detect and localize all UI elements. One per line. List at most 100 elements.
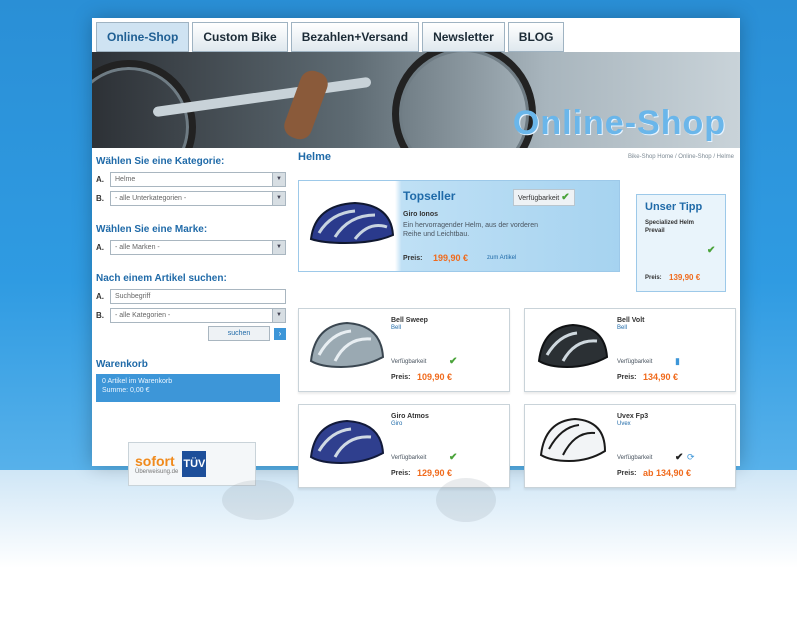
product-price: 134,90 € (643, 372, 679, 382)
search-button[interactable]: suchen (208, 326, 270, 341)
product-card[interactable]: Bell Sweep Bell Verfügbarkeit ✔ Preis: 1… (298, 308, 510, 392)
screenshot-stage: Online-Shop Custom Bike Bezahlen+Versand… (0, 0, 797, 634)
product-price: 109,90 € (417, 372, 453, 382)
check-icon: ✔ (449, 356, 458, 367)
helmet-image (309, 321, 385, 369)
price-label: Preis: (403, 255, 423, 262)
product-brand: Uvex (617, 421, 631, 427)
availability-text: Verfügbarkeit (391, 455, 427, 461)
tab-bezahlen-versand[interactable]: Bezahlen+Versand (290, 22, 420, 52)
check-icon: ✔ (449, 452, 458, 463)
topseller-label: Topseller (403, 189, 456, 203)
page-title: Helme (298, 151, 332, 163)
brand-select[interactable]: - alle Marken - ▼ (110, 239, 286, 255)
helmet-image (537, 323, 609, 369)
search-category-value: - alle Kategorien - (115, 311, 171, 319)
subcategory-select-value: - alle Unterkategorien - (115, 194, 187, 202)
helmet-image (539, 417, 607, 463)
sidebar: Wählen Sie eine Kategorie: A. Helme ▼ B.… (96, 156, 286, 486)
check-icon: ✔ (561, 192, 570, 203)
chevron-down-icon: ▼ (272, 172, 285, 186)
product-brand: Giro (391, 421, 403, 427)
availability-text: Verfügbarkeit (617, 455, 653, 461)
search-row: A. Suchbegriff (96, 288, 286, 304)
row-label: A. (96, 174, 104, 184)
row-label: A. (96, 291, 104, 301)
price-label: Preis: (391, 374, 411, 381)
breadcrumb[interactable]: Bike-Shop Home / Online-Shop / Helme (628, 154, 734, 160)
check-icon: ✔ (707, 245, 716, 256)
product-name: Uvex Fp3 (617, 413, 649, 420)
check-icon: ✔ (675, 452, 684, 463)
product-name: Bell Sweep (391, 317, 428, 324)
brand-row: A. - alle Marken - ▼ (96, 239, 286, 255)
website-panel: Online-Shop Custom Bike Bezahlen+Versand… (92, 18, 740, 488)
helmet-image (309, 419, 385, 465)
cart-item-count: 0 Artikel im Warenkorb (102, 378, 173, 385)
search-category-select[interactable]: - alle Kategorien - ▼ (110, 307, 286, 323)
row-label: B. (96, 310, 104, 320)
tab-online-shop[interactable]: Online-Shop (96, 22, 190, 52)
sofort-logo: sofort Überweisung.de (135, 453, 178, 475)
chevron-down-icon: ▼ (272, 240, 285, 254)
chevron-down-icon: ▼ (272, 308, 285, 322)
search-actions: suchen › (96, 326, 286, 341)
reflection (206, 470, 642, 560)
sofort-sub-label: Überweisung.de (135, 469, 179, 475)
category-select[interactable]: Helme ▼ (110, 171, 286, 187)
product-brand: Bell (617, 325, 628, 331)
main-content: Helme Bike-Shop Home / Online-Shop / Hel… (298, 150, 736, 488)
search-category-row: B. - alle Kategorien - ▼ (96, 307, 286, 323)
tip-product-name: Specialized Helm Prevail (645, 220, 695, 234)
tip-price: 139,90 € (669, 273, 701, 282)
brand-select-value: - alle Marken - (115, 243, 160, 251)
brand-filter: Wählen Sie eine Marke: A. - alle Marken … (96, 224, 286, 255)
category-heading: Wählen Sie eine Kategorie: (96, 156, 225, 167)
search-input-value: Suchbegriff (115, 292, 151, 300)
rider-leg-image (280, 67, 332, 143)
product-name: Giro Ionos (403, 211, 438, 218)
category-row: A. Helme ▼ (96, 171, 286, 187)
category-select-value: Helme (115, 175, 136, 183)
subcategory-row: B. - alle Unterkategorien - ▼ (96, 190, 286, 206)
topseller-box[interactable]: Topseller Verfügbarkeit ✔ Giro Ionos Ein… (298, 180, 620, 272)
tab-newsletter[interactable]: Newsletter (422, 22, 505, 52)
product-card[interactable]: Bell Volt Bell Verfügbarkeit ▮ Preis: 13… (524, 308, 736, 392)
reflection-shapes (222, 478, 496, 522)
tab-blog[interactable]: BLOG (507, 22, 565, 52)
product-price: ab 134,90 € (643, 468, 692, 478)
tip-label: Unser Tipp (645, 201, 703, 213)
refresh-icon: ⟳ (687, 452, 695, 462)
price-label: Preis: (645, 275, 662, 281)
cart-heading: Warenkorb (96, 359, 148, 370)
product-name: Bell Volt (617, 317, 645, 324)
details-link[interactable]: zum Artikel (487, 255, 516, 261)
availability-text: Verfügbarkeit (518, 195, 560, 202)
info-icon: ▮ (675, 356, 680, 366)
shop-title: Online-Shop (512, 104, 726, 142)
main-navigation: Online-Shop Custom Bike Bezahlen+Versand… (96, 22, 565, 52)
search-input[interactable]: Suchbegriff (110, 288, 286, 304)
product-brand: Bell (391, 325, 402, 331)
sofort-label: sofort (135, 453, 175, 469)
cart-summary[interactable]: 0 Artikel im Warenkorb Summe: 0,00 € (96, 374, 280, 402)
price-label: Preis: (617, 374, 637, 381)
row-label: A. (96, 242, 104, 252)
brand-heading: Wählen Sie eine Marke: (96, 224, 208, 235)
article-search: Nach einem Artikel suchen: A. Suchbegrif… (96, 273, 286, 341)
tuv-logo: TÜV (182, 451, 207, 477)
availability-text: Verfügbarkeit (617, 359, 653, 365)
subcategory-select[interactable]: - alle Unterkategorien - ▼ (110, 190, 286, 206)
tab-custom-bike[interactable]: Custom Bike (192, 22, 288, 52)
chevron-down-icon: ▼ (272, 191, 285, 205)
header-banner: Online-Shop (92, 52, 740, 148)
tip-box[interactable]: Unser Tipp Specialized Helm Prevail ✔ Pr… (636, 194, 726, 292)
cart-total: Summe: 0,00 € (102, 387, 150, 394)
category-filter: Wählen Sie eine Kategorie: A. Helme ▼ B.… (96, 156, 286, 206)
search-heading: Nach einem Artikel suchen: (96, 273, 227, 284)
product-price: 199,90 € (433, 253, 469, 263)
availability-badge: Verfügbarkeit ✔ (513, 189, 575, 206)
helmet-image (309, 201, 395, 245)
arrow-right-icon[interactable]: › (274, 327, 286, 340)
product-name: Giro Atmos (391, 413, 429, 420)
